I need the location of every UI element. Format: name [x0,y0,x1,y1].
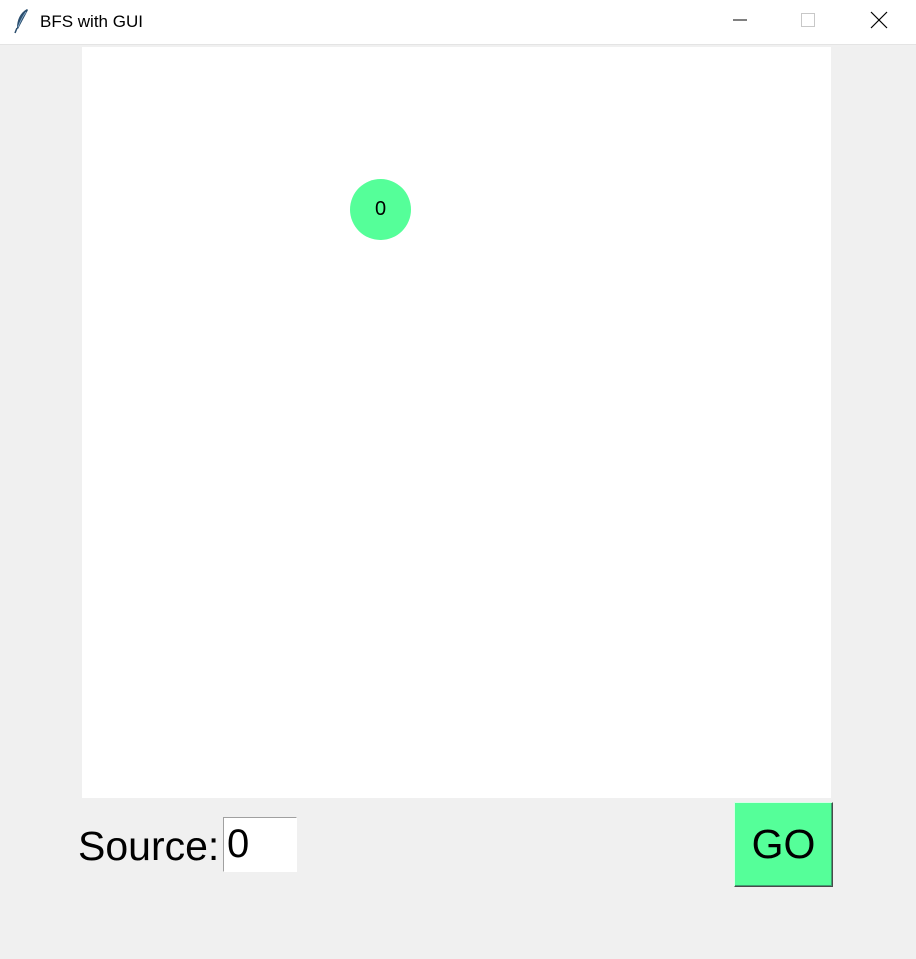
close-icon [870,11,888,34]
go-button[interactable]: GO [734,802,833,887]
app-window: BFS with GUI 0 Source: 0 GO [0,0,916,959]
graph-node-label: 0 [374,198,387,220]
source-input[interactable] [223,817,297,872]
graph-canvas[interactable]: 0 [82,47,831,798]
graph-node[interactable]: 0 [350,179,411,240]
close-button[interactable] [845,0,913,44]
maximize-icon [800,12,816,33]
minimize-icon [732,12,748,33]
title-bar[interactable]: BFS with GUI [0,0,916,45]
minimize-button[interactable] [706,0,774,44]
window-title: BFS with GUI [40,12,143,31]
feather-icon [14,8,30,34]
source-label: Source: [78,823,220,869]
maximize-button[interactable] [774,0,842,44]
